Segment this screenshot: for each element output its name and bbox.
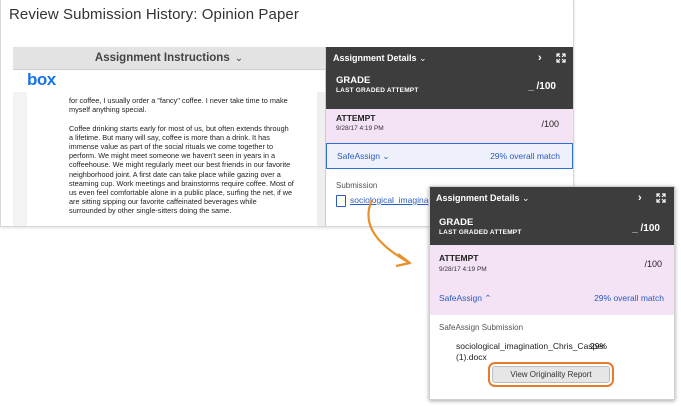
attempt-label: ATTEMPT: [336, 113, 376, 123]
curved-arrow-icon: [367, 199, 412, 268]
safeassign-toggle[interactable]: SafeAssign ⌃: [439, 293, 492, 304]
document-text-line: People who meet for coffee are probably …: [69, 225, 281, 226]
grade-label: GRADE: [439, 217, 474, 228]
document-text-line: perform. We might meet someone we haven'…: [69, 151, 276, 161]
grade-value: _ /100: [632, 223, 660, 234]
document-text-line: coffeehouse. We might regularly meet our…: [69, 160, 291, 170]
document-text-line: are sitting sipping our favorite caffein…: [69, 197, 257, 207]
submission-file-name: sociological_imagination_Chris_Casper (1…: [456, 341, 605, 362]
chevron-down-icon: ⌄: [419, 53, 427, 63]
grade-section: GRADE LAST GRADED ATTEMPT _ /100: [430, 209, 674, 245]
safeassign-submission-label: SafeAssign Submission: [439, 323, 524, 332]
box-logo: box: [27, 70, 56, 89]
attempt-section[interactable]: ATTEMPT 9/28/17 4:19 PM /100: [326, 109, 573, 143]
chevron-up-icon: ⌃: [484, 293, 492, 303]
chevron-right-icon[interactable]: ›: [538, 47, 542, 69]
document-text-line: for coffee, I usually order a "fancy" co…: [69, 96, 288, 105]
attempt-date: 9/28/17 4:19 PM: [439, 266, 487, 273]
safeassign-label: SafeAssign: [439, 293, 482, 303]
document-text-line: a lifetime. But many will say, coffee is…: [69, 132, 270, 142]
attempt-label: ATTEMPT: [439, 253, 479, 263]
assignment-details-panel-front: Assignment Details ⌄ › GRADE LAST GRADED…: [429, 186, 675, 400]
view-originality-report-button[interactable]: View Originality Report: [492, 366, 610, 383]
document-text-line: myself anything special.: [69, 105, 147, 115]
grade-label: GRADE: [336, 75, 371, 86]
assignment-details-header[interactable]: Assignment Details ⌄ ›: [430, 187, 674, 210]
attempt-date: 9/28/17 4:19 PM: [336, 125, 384, 132]
safeassign-toggle[interactable]: SafeAssign ⌄ 29% overall match: [326, 143, 573, 169]
originality-report-highlight: View Originality Report: [488, 362, 614, 387]
safeassign-match: 29% overall match: [490, 151, 560, 161]
safeassign-match: 29% overall match: [594, 293, 664, 303]
grade-value: _ /100: [528, 81, 556, 92]
expand-icon[interactable]: [556, 53, 566, 63]
assignment-details-title: Assignment Details: [436, 193, 520, 203]
assignment-details-header[interactable]: Assignment Details ⌄ ›: [326, 47, 573, 70]
attempt-value: /100: [644, 259, 662, 269]
document-text-line: Coffee drinking starts early for most of…: [69, 123, 289, 133]
document-text-line: neighborhood joint. A first date can tak…: [69, 169, 281, 179]
attempt-section[interactable]: ATTEMPT 9/28/17 4:19 PM /100 SafeAssign …: [430, 245, 674, 315]
assignment-instructions-toggle[interactable]: Assignment Instructions ⌄: [13, 47, 325, 70]
assignment-details-title: Assignment Details: [333, 53, 417, 63]
attempt-value: /100: [541, 119, 559, 129]
expand-icon[interactable]: [656, 193, 666, 203]
safeassign-label: SafeAssign: [337, 151, 380, 161]
document-text-line: steaming cup. Work meetings and brainsto…: [69, 178, 294, 188]
chevron-right-icon[interactable]: ›: [638, 187, 642, 209]
submission-label: Submission: [336, 181, 378, 190]
grade-sublabel: LAST GRADED ATTEMPT: [336, 87, 419, 94]
page-title: Review Submission History: Opinion Paper: [9, 6, 299, 23]
chevron-down-icon: ⌄: [382, 151, 390, 161]
document-text-line: surrounded by other single-sitters doing…: [69, 206, 232, 216]
chevron-down-icon: ⌄: [234, 53, 244, 64]
document-text-line: us even feel comfortable alone in a publ…: [69, 188, 293, 197]
file-match-percent: 29%: [590, 341, 608, 351]
chevron-down-icon: ⌄: [522, 193, 530, 203]
assignment-instructions-label: Assignment Instructions: [94, 52, 230, 64]
grade-section: GRADE LAST GRADED ATTEMPT _ /100: [326, 69, 573, 109]
document-text-line: immense value as part of the social ritu…: [69, 142, 274, 151]
grade-sublabel: LAST GRADED ATTEMPT: [439, 229, 522, 236]
document-gutter: [13, 92, 27, 226]
